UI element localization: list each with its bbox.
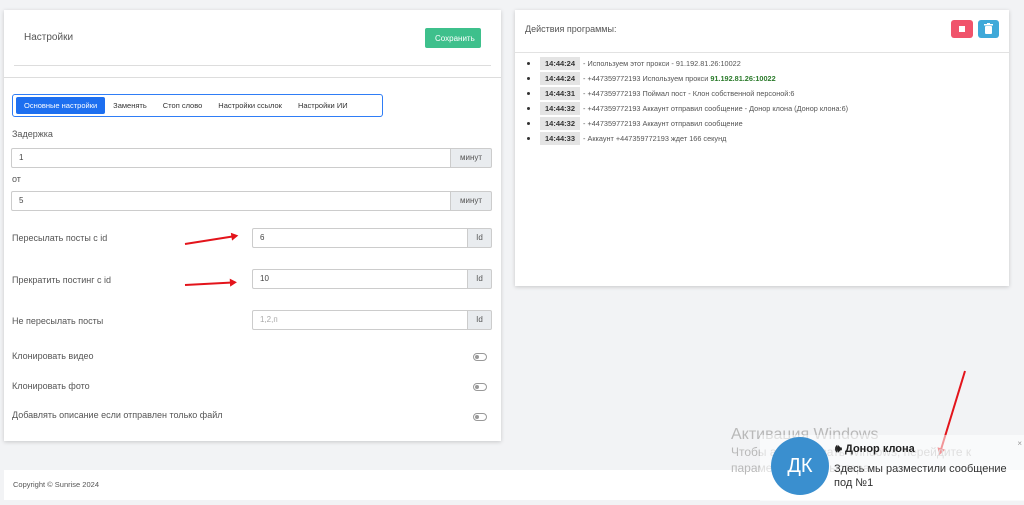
log-time: 14:44:24 [540,72,581,85]
log-text: - +447359772193 Используем прокси [583,74,709,83]
log-entry: 14:44:32- +447359772193 Аккаунт отправил… [527,116,848,131]
log-time: 14:44:33 [540,132,581,145]
clone-video-toggle[interactable] [473,353,487,361]
log-entry: 14:44:33- Аккаунт +447359772193 ждет 166… [527,131,848,146]
divider [515,52,1009,53]
log-entry: 14:44:32- +447359772193 Аккаунт отправил… [527,101,848,116]
delay-input[interactable]: 1 [11,148,451,168]
save-button[interactable]: Сохранить [425,28,481,48]
stop-button[interactable] [951,20,973,38]
add-description-label: Добавлять описание если отправлен только… [12,410,223,420]
divider [4,77,501,78]
log-text: - +447359772193 Поймал пост - Клон собст… [583,89,795,98]
log-time: 14:44:31 [540,87,581,100]
log-time: 14:44:24 [540,57,581,70]
log-text: - +447359772193 Аккаунт отправил сообщен… [583,119,743,128]
bullet-icon [527,77,530,80]
close-icon[interactable]: × [1017,439,1022,448]
clone-video-label: Клонировать видео [12,351,94,361]
delay-unit: минут [451,148,492,168]
bullet-icon [527,137,530,140]
forward-label: Пересылать посты с id [12,233,108,243]
log-text: - Используем этот прокси - 91.192.81.26:… [583,59,741,68]
settings-tabs: Основные настройки Заменять Стоп слово Н… [12,94,383,117]
log-entry: 14:44:24- Используем этот прокси - 91.19… [527,56,848,71]
clone-photo-label: Клонировать фото [12,381,90,391]
tab-link-settings[interactable]: Настройки ссылок [210,97,290,114]
avatar: ДК [771,437,829,495]
delay-label: Задержка [12,129,53,139]
toast-message: Здесь мы разместили сообщение под №1 [834,463,1007,489]
bullet-icon [527,107,530,110]
toast-title: 🕪 Донор клона [835,443,915,455]
tab-main-settings[interactable]: Основные настройки [16,97,106,114]
program-actions-card: Действия программы: 14:44:24- Используем… [515,10,1009,286]
settings-card: Настройки Сохранить Основные настройки З… [4,10,501,441]
from-input[interactable]: 5 [11,191,451,211]
clone-photo-toggle[interactable] [473,383,487,391]
stop-posting-id-addon: Id [468,269,492,289]
log-text: - Аккаунт +447359772193 ждет 166 секунд [583,134,727,143]
page-title: Настройки [24,32,74,43]
tab-replace[interactable]: Заменять [105,97,155,114]
skip-posts-addon: Id [468,310,492,330]
skip-posts-input[interactable]: 1,2,п [252,310,468,330]
log-proxy-highlight: 91.192.81.26:10022 [710,74,776,83]
bullet-icon [527,62,530,65]
clear-log-button[interactable] [978,20,999,38]
bullet-icon [527,92,530,95]
log-list: 14:44:24- Используем этот прокси - 91.19… [527,56,848,146]
log-time: 14:44:32 [540,117,581,130]
forward-id-addon: Id [468,228,492,248]
skip-posts-label: Не пересылать посты [12,316,104,326]
tab-ai-settings[interactable]: Настройки ИИ [290,97,356,114]
log-text: - +447359772193 Аккаунт отправил сообщен… [583,104,849,113]
bullet-icon [527,122,530,125]
add-description-toggle[interactable] [473,413,487,421]
stop-posting-id-input[interactable]: 10 [252,269,468,289]
trash-icon [984,23,993,34]
log-entry: 14:44:31- +447359772193 Поймал пост - Кл… [527,86,848,101]
notification-toast[interactable]: ДК 🕪 Донор клона Здесь мы разместили соо… [760,435,1024,501]
stop-icon [959,26,965,32]
from-unit: минут [451,191,492,211]
copyright-text: Copyright © Sunrise 2024 [13,480,99,489]
log-time: 14:44:32 [540,102,581,115]
log-entry: 14:44:24- +447359772193 Используем прокс… [527,71,848,86]
stop-posting-label: Прекратить постинг с id [12,275,111,285]
from-label: от [12,174,21,184]
settings-header: Настройки Сохранить [14,10,491,66]
log-title: Действия программы: [525,24,617,34]
tab-stop-word[interactable]: Стоп слово [155,97,211,114]
forward-id-input[interactable]: 6 [252,228,468,248]
